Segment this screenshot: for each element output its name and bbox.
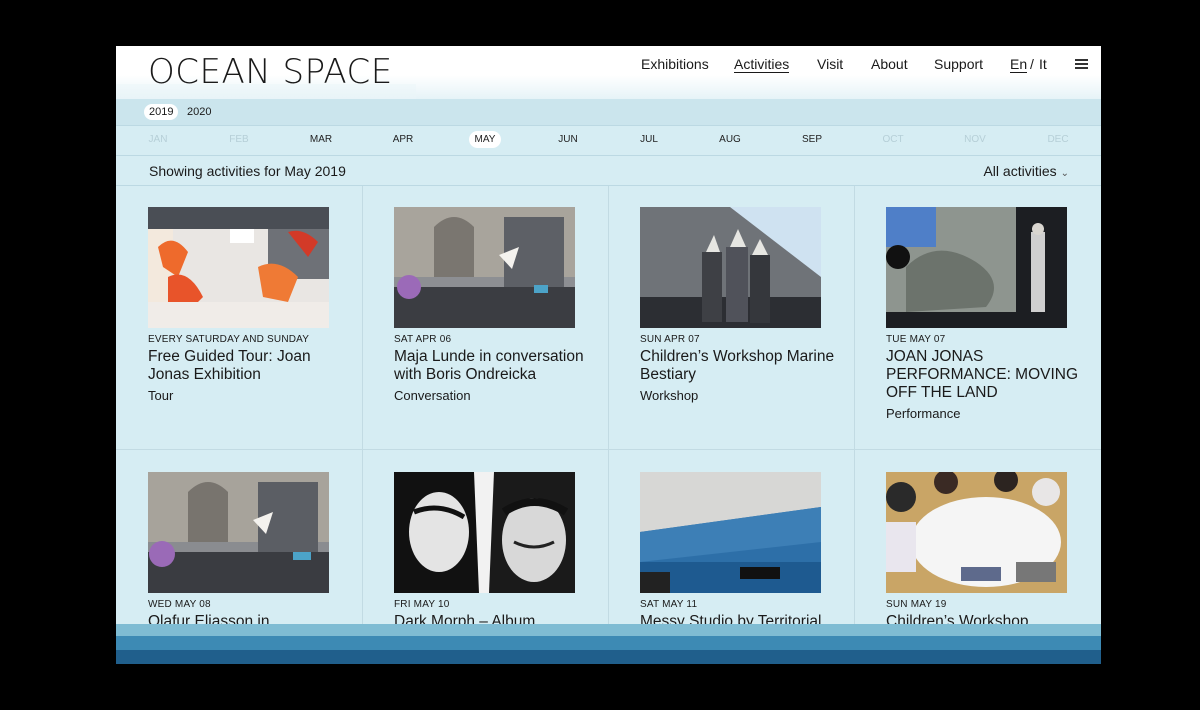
- activity-image[interactable]: [394, 472, 575, 593]
- year-2019[interactable]: 2019: [144, 104, 179, 120]
- month-apr[interactable]: APR: [378, 134, 428, 145]
- activity-grid: EVERY SATURDAY AND SUNDAY Free Guided To…: [116, 186, 1101, 664]
- year-selector: 2019 2020: [116, 99, 1101, 126]
- activity-date: SUN APR 07: [640, 334, 700, 345]
- grid-divider: [608, 186, 609, 664]
- logo-fade: [116, 84, 416, 99]
- activity-date: WED MAY 08: [148, 599, 211, 610]
- year-2020[interactable]: 2020: [182, 104, 216, 120]
- month-may[interactable]: MAY: [460, 131, 510, 148]
- activity-image[interactable]: [640, 207, 821, 328]
- nav-visit[interactable]: Visit: [817, 56, 843, 72]
- grid-divider: [116, 449, 1101, 450]
- nav-exhibitions[interactable]: Exhibitions: [641, 56, 709, 72]
- month-aug[interactable]: AUG: [705, 134, 755, 145]
- month-mar[interactable]: MAR: [296, 134, 346, 145]
- activity-image[interactable]: [148, 207, 329, 328]
- activity-card[interactable]: SUN APR 07 Children’s Workshop Marine Be…: [640, 207, 840, 403]
- activity-card[interactable]: SAT APR 06 Maja Lunde in conversation wi…: [394, 207, 594, 403]
- nav-about[interactable]: About: [871, 56, 908, 72]
- activity-card[interactable]: TUE MAY 07 JOAN JONAS PERFORMANCE: MOVIN…: [886, 207, 1086, 421]
- nav-support[interactable]: Support: [934, 56, 983, 72]
- month-selector: JAN FEB MAR APR MAY JUN JUL AUG SEP OCT …: [116, 126, 1101, 156]
- grid-divider: [854, 186, 855, 664]
- activity-image[interactable]: [640, 472, 821, 593]
- activity-card[interactable]: EVERY SATURDAY AND SUNDAY Free Guided To…: [148, 207, 348, 403]
- activity-type: Performance: [886, 406, 961, 421]
- activity-card[interactable]: WED MAY 08 Olafur Eliasson in: [148, 472, 348, 631]
- footer-wave: [116, 636, 1101, 650]
- month-jun[interactable]: JUN: [543, 134, 593, 145]
- activity-title[interactable]: Free Guided Tour: Joan Jonas Exhibition: [148, 348, 343, 384]
- month-jan: JAN: [148, 134, 168, 145]
- activity-date: FRI MAY 10: [394, 599, 450, 610]
- activity-card[interactable]: SAT MAY 11 Messy Studio by Territorial: [640, 472, 840, 631]
- filter-label: All activities: [983, 163, 1057, 179]
- activity-title[interactable]: Children’s Workshop Marine Bestiary: [640, 348, 835, 384]
- activity-image[interactable]: [148, 472, 329, 593]
- lang-separator: /: [1030, 56, 1034, 72]
- month-jul[interactable]: JUL: [624, 134, 674, 145]
- browser-page: OCEAN SPACE Exhibitions Activities Visit…: [116, 46, 1101, 664]
- activity-date: EVERY SATURDAY AND SUNDAY: [148, 334, 310, 345]
- hamburger-icon[interactable]: [1075, 59, 1088, 69]
- activity-type: Conversation: [394, 388, 471, 403]
- activity-image[interactable]: [886, 207, 1067, 328]
- month-dec: DEC: [1047, 134, 1069, 145]
- month-feb: FEB: [229, 134, 249, 145]
- activity-type: Workshop: [640, 388, 699, 403]
- month-oct: OCT: [882, 134, 904, 145]
- activity-date: SAT MAY 11: [640, 599, 698, 610]
- month-nov: NOV: [964, 134, 986, 145]
- activity-card[interactable]: FRI MAY 10 Dark Morph – Album Release: [394, 472, 594, 649]
- site-header: OCEAN SPACE Exhibitions Activities Visit…: [116, 46, 1101, 99]
- chevron-down-icon: ⌄: [1060, 168, 1069, 179]
- main-nav: Exhibitions Activities Visit About Suppo…: [641, 56, 1101, 80]
- month-sep[interactable]: SEP: [787, 134, 837, 145]
- activity-card[interactable]: SUN MAY 19 Children’s Workshop: [886, 472, 1086, 631]
- nav-activities[interactable]: Activities: [734, 56, 790, 73]
- grid-divider: [362, 186, 363, 664]
- activity-type: Tour: [148, 388, 174, 403]
- footer-wave: [116, 650, 1101, 664]
- showing-label: Showing activities for May 2019: [149, 163, 346, 179]
- activity-title[interactable]: JOAN JONAS PERFORMANCE: MOVING OFF THE L…: [886, 348, 1081, 402]
- activity-title[interactable]: Maja Lunde in conversation with Boris On…: [394, 348, 589, 384]
- activity-filter-dropdown[interactable]: All activities ⌄: [983, 163, 1069, 179]
- activity-date: TUE MAY 07: [886, 334, 946, 345]
- activity-date: SAT APR 06: [394, 334, 452, 345]
- activity-date: SUN MAY 19: [886, 599, 947, 610]
- activity-image[interactable]: [886, 472, 1067, 593]
- footer-wave: [116, 624, 1101, 636]
- lang-en[interactable]: En: [1010, 56, 1028, 73]
- activity-image[interactable]: [394, 207, 575, 328]
- lang-it[interactable]: It: [1039, 56, 1047, 72]
